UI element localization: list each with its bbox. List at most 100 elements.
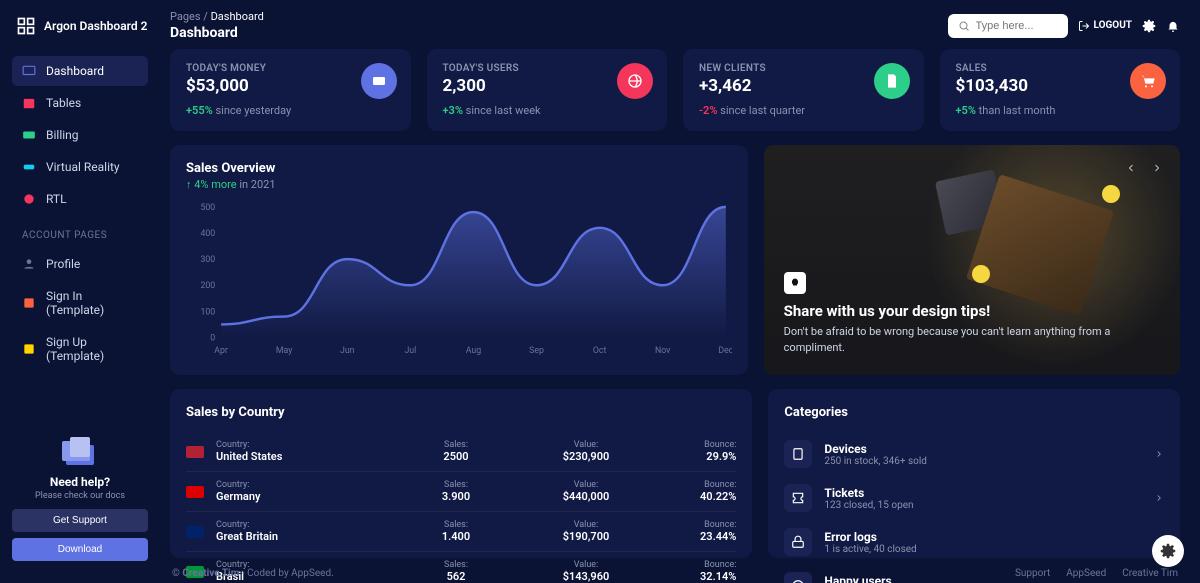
carousel-title: Share with us your design tips!: [784, 302, 1160, 320]
category-icon: [784, 484, 812, 512]
sidebar-item-signup[interactable]: Sign Up (Template): [12, 327, 148, 371]
sales-by-country-card: Sales by Country Country:United States S…: [170, 389, 752, 558]
svg-text:200: 200: [200, 281, 215, 291]
download-button[interactable]: Download: [12, 538, 148, 561]
carousel-next-button[interactable]: [1148, 159, 1166, 177]
chevron-right-icon: [1154, 493, 1164, 503]
bell-icon[interactable]: [1166, 19, 1180, 33]
sidebar-item-tables[interactable]: Tables: [12, 88, 148, 118]
footer-link[interactable]: AppSeed: [1066, 568, 1106, 579]
category-item[interactable]: Error logs1 is active, 40 closed: [784, 520, 1164, 564]
stat-delta: +55% since yesterday: [186, 104, 395, 117]
stat-delta: -2% since last quarter: [699, 104, 908, 117]
brand-icon: [16, 16, 36, 36]
category-title: Devices: [824, 442, 927, 456]
sidebar-item-label: Tables: [46, 96, 81, 110]
signin-icon: [22, 296, 36, 310]
doc-icon: [874, 63, 910, 99]
breadcrumb: Pages / Dashboard: [170, 10, 264, 23]
svg-text:Nov: Nov: [655, 346, 671, 356]
categories-card: Categories Devices250 in stock, 346+ sol…: [768, 389, 1180, 558]
rtl-icon: [22, 192, 36, 206]
sidebar-item-label: RTL: [46, 192, 67, 206]
globe-icon: [617, 63, 653, 99]
country-card-title: Sales by Country: [186, 405, 736, 420]
category-item[interactable]: Devices250 in stock, 346+ sold: [784, 432, 1164, 476]
logout-icon: [1078, 20, 1090, 32]
logout-label: LOGOUT: [1094, 20, 1133, 31]
flag-icon: [186, 526, 204, 538]
sidebar-item-label: Sign In (Template): [46, 289, 138, 317]
logout-button[interactable]: LOGOUT: [1078, 20, 1133, 32]
stat-card: TODAY'S MONEY $53,000 +55% since yesterd…: [170, 49, 411, 131]
footer: © Creative Tim - Coded by AppSeed. Suppo…: [170, 564, 1180, 579]
category-title: Tickets: [824, 486, 913, 500]
svg-text:Sep: Sep: [529, 346, 544, 356]
stat-delta: +5% than last month: [956, 104, 1165, 117]
brand-text: Argon Dashboard 2: [44, 19, 147, 33]
chart-area: 0100200300400500AprMayJunJulAugSepOctNov…: [186, 199, 732, 359]
cart-icon: [1130, 63, 1166, 99]
sidebar-item-label: Profile: [46, 257, 80, 271]
category-subtitle: 250 in stock, 346+ sold: [824, 456, 927, 467]
signup-icon: [22, 342, 36, 356]
sidebar: Argon Dashboard 2 Dashboard Tables Billi…: [0, 0, 160, 583]
table-row: Country:Great Britain Sales:1.400 Value:…: [186, 512, 736, 552]
sidebar-item-vr[interactable]: Virtual Reality: [12, 152, 148, 182]
table-row: Country:United States Sales:2500 Value:$…: [186, 432, 736, 472]
footer-left: © Creative Tim - Coded by AppSeed.: [172, 568, 334, 579]
footer-link[interactable]: Support: [1015, 568, 1050, 579]
search-input[interactable]: [976, 20, 1058, 32]
money-icon: [361, 63, 397, 99]
sidebar-item-signin[interactable]: Sign In (Template): [12, 281, 148, 325]
sidebar-item-rtl[interactable]: RTL: [12, 184, 148, 214]
category-title: Error logs: [824, 530, 916, 544]
svg-text:Aug: Aug: [466, 346, 481, 356]
svg-text:May: May: [276, 346, 293, 356]
bulb-icon: [784, 272, 806, 294]
sidebar-section: ACCOUNT PAGES: [22, 230, 148, 241]
sidebar-item-label: Sign Up (Template): [46, 335, 138, 363]
orb-decoration: [972, 265, 990, 283]
flag-icon: [186, 446, 204, 458]
get-support-button[interactable]: Get Support: [12, 509, 148, 532]
flag-icon: [186, 486, 204, 498]
category-subtitle: 1 is active, 40 closed: [824, 544, 916, 555]
footer-link[interactable]: Creative Tim: [1122, 568, 1178, 579]
chevron-right-icon: [1154, 449, 1164, 459]
search-icon: [958, 20, 970, 32]
svg-text:0: 0: [210, 333, 215, 343]
gear-icon[interactable]: [1142, 19, 1156, 33]
carousel-text: Don't be afraid to be wrong because you …: [784, 324, 1123, 355]
orb-decoration: [1102, 185, 1120, 203]
stat-card: SALES $103,430 +5% than last month: [940, 49, 1181, 131]
carousel-card: Share with us your design tips! Don't be…: [764, 145, 1180, 375]
breadcrumb-root[interactable]: Pages: [170, 10, 201, 23]
calendar-icon: [22, 96, 36, 110]
search-box[interactable]: [948, 14, 1068, 38]
svg-text:Dec: Dec: [718, 346, 731, 356]
user-icon: [22, 257, 36, 271]
svg-text:100: 100: [200, 307, 215, 317]
svg-text:Apr: Apr: [214, 346, 228, 356]
card-icon: [22, 128, 36, 142]
stat-card: NEW CLIENTS +3,462 -2% since last quarte…: [683, 49, 924, 131]
main: Pages / Dashboard Dashboard LOGOUT TODAY…: [160, 0, 1200, 583]
category-icon: [784, 528, 812, 556]
footer-brand[interactable]: Creative Tim: [182, 568, 239, 579]
stat-row: TODAY'S MONEY $53,000 +55% since yesterd…: [170, 49, 1180, 131]
help-box: Need help? Please check our docs Get Sup…: [12, 437, 148, 567]
carousel-prev-button[interactable]: [1122, 159, 1140, 177]
svg-text:Jul: Jul: [404, 346, 416, 356]
sidebar-item-label: Dashboard: [46, 64, 104, 78]
sidebar-item-billing[interactable]: Billing: [12, 120, 148, 150]
settings-fab[interactable]: [1152, 535, 1184, 567]
sidebar-item-dashboard[interactable]: Dashboard: [12, 56, 148, 86]
breadcrumb-current: Dashboard: [211, 10, 264, 23]
category-item[interactable]: Tickets123 closed, 15 open: [784, 476, 1164, 520]
svg-text:400: 400: [200, 229, 215, 239]
sidebar-item-profile[interactable]: Profile: [12, 249, 148, 279]
svg-text:Jun: Jun: [340, 346, 355, 356]
sales-overview-card: Sales Overview ↑ 4% more in 2021 0100200…: [170, 145, 748, 375]
sidebar-item-label: Virtual Reality: [46, 160, 120, 174]
